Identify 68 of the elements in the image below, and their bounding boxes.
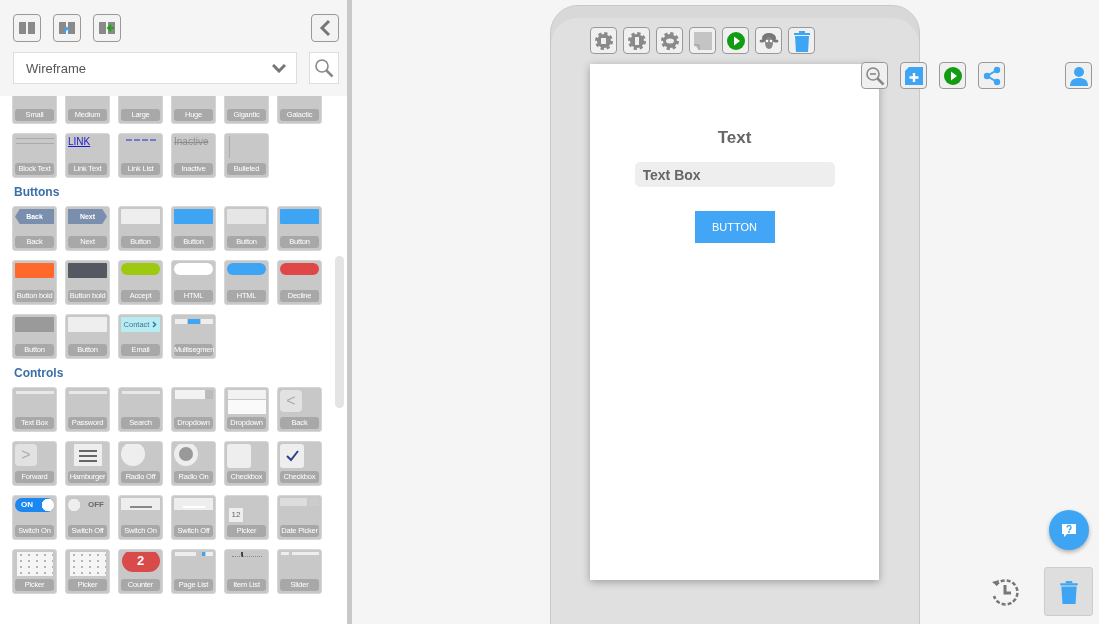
screen-heading: Text xyxy=(717,128,752,148)
book-button[interactable] xyxy=(13,14,41,42)
help-button[interactable] xyxy=(1049,510,1089,550)
zoom-out-icon xyxy=(864,65,885,86)
book-button[interactable] xyxy=(53,14,81,42)
switch-preview: OFF xyxy=(68,498,107,512)
slider-icon xyxy=(280,552,319,555)
share-icon xyxy=(981,65,1002,86)
scrollbar[interactable] xyxy=(335,256,344,408)
library-dropdown[interactable]: Wireframe xyxy=(13,52,297,84)
section-heading: Buttons xyxy=(14,185,61,199)
play-icon xyxy=(725,30,746,51)
add-page-icon xyxy=(903,65,924,86)
book-button[interactable] xyxy=(93,14,121,42)
grid-icon xyxy=(69,552,106,576)
page-icon xyxy=(692,30,713,51)
gear-eye-icon xyxy=(659,30,680,51)
grid-icon xyxy=(16,552,53,576)
gear-button[interactable] xyxy=(590,27,617,54)
screen-button[interactable]: BUTTON xyxy=(694,211,775,243)
book-arrow-icon xyxy=(58,21,76,35)
book-icon xyxy=(18,21,36,35)
counter-preview: 2 xyxy=(121,552,160,572)
zoom-out-button[interactable] xyxy=(861,62,888,89)
menu-icon xyxy=(73,444,102,466)
segmented-icon xyxy=(174,319,213,324)
switch-preview: ON xyxy=(15,498,54,512)
search-button[interactable] xyxy=(309,52,339,84)
text-box[interactable]: Text Box xyxy=(634,162,835,187)
chevron-right-icon xyxy=(152,321,158,328)
inactive-preview: Inactive xyxy=(174,136,209,147)
gear-icon xyxy=(626,30,647,51)
add-page-button[interactable] xyxy=(900,62,927,89)
play-button[interactable] xyxy=(722,27,749,54)
nav-preview: > xyxy=(15,444,37,466)
user-icon xyxy=(1068,65,1089,86)
user-button[interactable] xyxy=(1065,62,1092,89)
field-icon xyxy=(121,391,160,394)
text-lines-icon xyxy=(15,138,54,144)
nav-preview: < xyxy=(280,390,302,412)
field-icon xyxy=(15,391,54,394)
play-button[interactable] xyxy=(939,62,966,89)
trash-button[interactable] xyxy=(1044,567,1093,616)
trash-button[interactable] xyxy=(788,27,815,54)
sheep-icon xyxy=(758,30,779,51)
chevron-down-icon xyxy=(272,63,286,73)
page-button[interactable] xyxy=(689,27,716,54)
field-icon xyxy=(68,391,107,394)
section-heading: Controls xyxy=(14,366,65,380)
help-icon xyxy=(1061,522,1077,538)
picker-preview: 12 xyxy=(229,508,243,522)
sheep-button[interactable] xyxy=(755,27,782,54)
chevron-left-icon xyxy=(319,19,331,37)
book-arrow-icon xyxy=(98,21,116,35)
trash-icon xyxy=(792,29,811,52)
dropdown-icon xyxy=(227,390,266,414)
play-icon xyxy=(942,65,963,86)
collapse-button[interactable] xyxy=(311,14,339,42)
gear-button[interactable] xyxy=(656,27,683,54)
dropdown-icon xyxy=(174,390,213,399)
trash-icon xyxy=(1058,579,1079,604)
gear-icon xyxy=(593,30,614,51)
share-button[interactable] xyxy=(978,62,1005,89)
search-icon xyxy=(314,58,334,78)
pagination-icon xyxy=(174,552,213,556)
gear-button[interactable] xyxy=(623,27,650,54)
link-preview: LINK xyxy=(68,136,91,147)
dashes-icon xyxy=(125,139,156,141)
